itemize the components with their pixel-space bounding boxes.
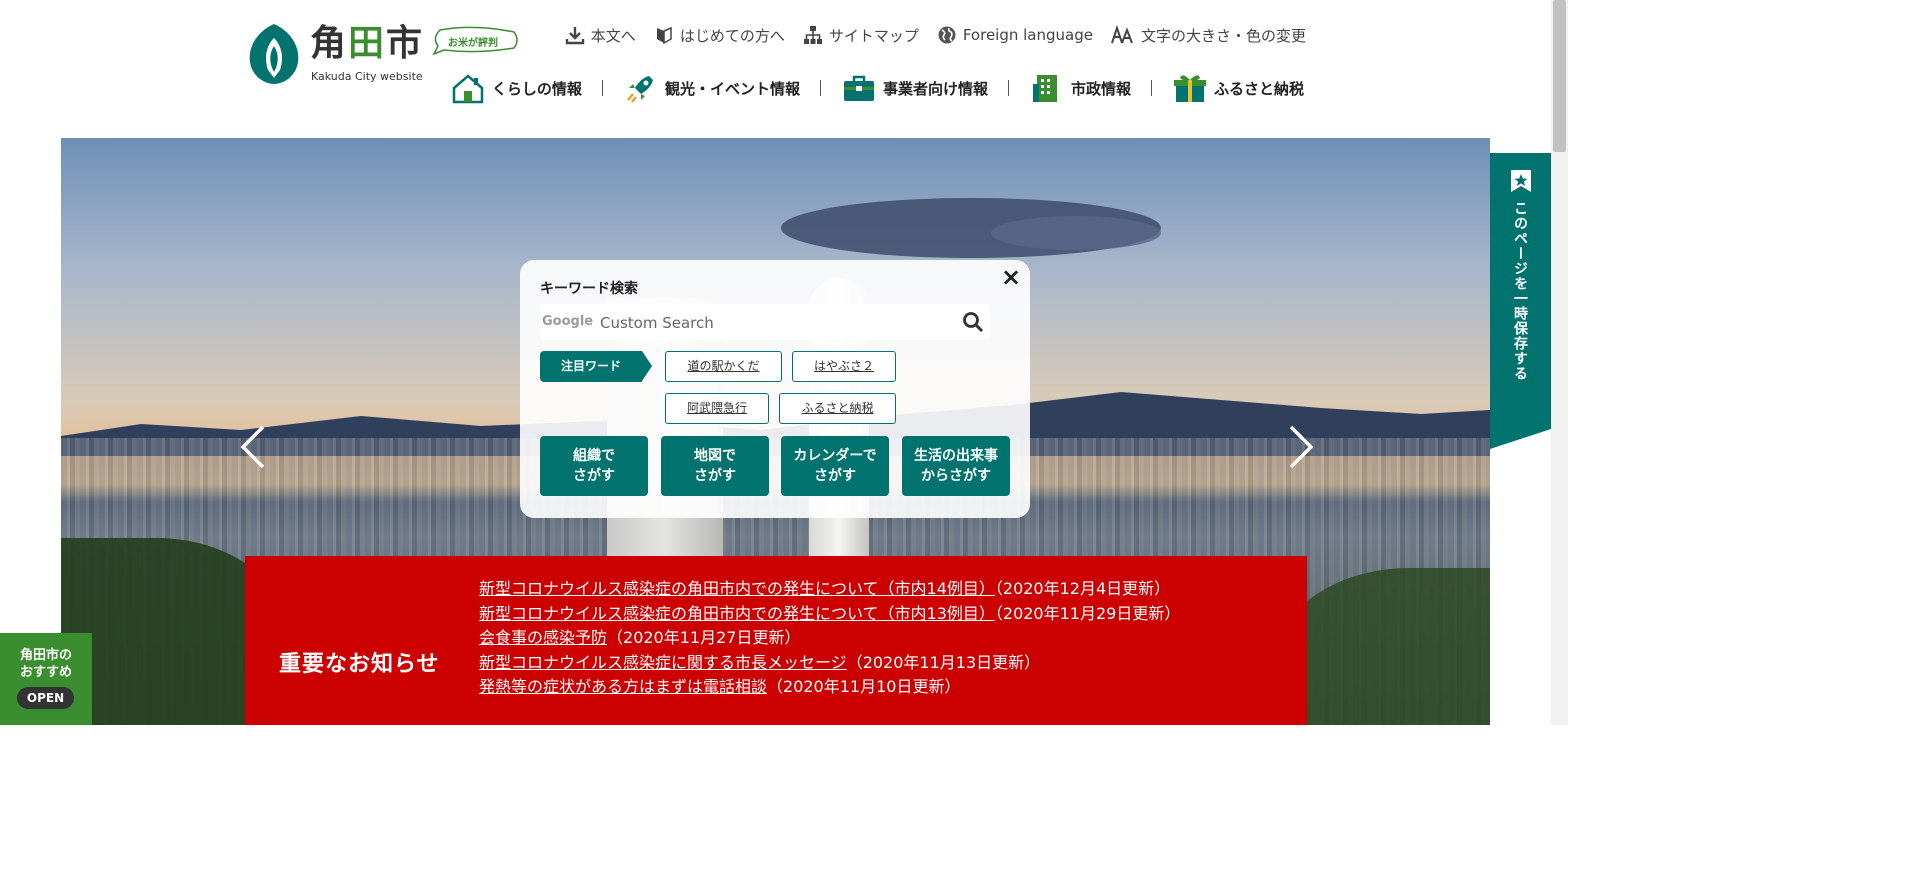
beginner-mark-icon [656, 26, 672, 45]
house-icon [452, 74, 484, 104]
nav-separator [1150, 80, 1152, 96]
gift-icon [1173, 75, 1206, 102]
building-icon [1032, 75, 1057, 102]
search-icon[interactable] [962, 311, 984, 333]
notice-link[interactable]: 新型コロナウイルス感染症に関する市長メッセージ [479, 653, 847, 672]
nav-separator [1007, 80, 1009, 96]
util-font-size-color[interactable]: 文字の大きさ・色の変更 [1111, 25, 1306, 46]
find-by-map-button[interactable]: 地図で さがす [661, 436, 769, 496]
utility-nav: 本文へ はじめての方へ サイトマップ Foreign language 文字の大… [565, 24, 1306, 46]
notice-date: （2020年11月10日更新） [767, 677, 961, 696]
scrollbar-thumb[interactable] [1553, 0, 1566, 152]
notice-list: 新型コロナウイルス感染症の角田市内での発生について（市内14例目）（2020年1… [479, 577, 1180, 700]
notice-link[interactable]: 発熱等の症状がある方はまずは電話相談 [479, 677, 767, 696]
list-item: 新型コロナウイルス感染症に関する市長メッセージ（2020年11月13日更新） [479, 651, 1180, 676]
notice-date: （2020年12月4日更新） [994, 579, 1171, 598]
gnav-city-admin[interactable]: 市政情報 [1027, 72, 1133, 104]
find-by-organization-button[interactable]: 組織で さがす [540, 436, 648, 496]
notice-link[interactable]: 新型コロナウイルス感染症の角田市内での発生について（市内14例目） [479, 579, 995, 598]
globe-icon [938, 26, 956, 44]
find-by-life-event-button[interactable]: 生活の出来事 からさがす [902, 436, 1010, 496]
logo-subtitle: Kakuda City website [311, 70, 423, 83]
notice-link[interactable]: 会食事の感染予防 [479, 628, 607, 647]
nav-separator [819, 80, 821, 96]
util-for-beginners[interactable]: はじめての方へ [654, 25, 785, 46]
nav-separator [601, 80, 603, 96]
notice-date: （2020年11月13日更新） [846, 652, 1041, 672]
notice-date: （2020年11月27日更新） [607, 628, 801, 647]
important-notice: 重要なお知らせ 新型コロナウイルス感染症の角田市内での発生について（市内14例目… [245, 556, 1307, 725]
hero-cloud [991, 216, 1161, 250]
google-logo: Google [542, 314, 594, 329]
slide-next-arrow-icon[interactable] [1283, 423, 1319, 471]
font-size-icon [1111, 25, 1133, 44]
logo-wordmark: 角田市 [310, 23, 425, 64]
recommend-open-button[interactable]: OPEN [17, 687, 74, 709]
sitemap-icon [803, 26, 822, 44]
search-close-icon[interactable]: × [1000, 265, 1022, 289]
find-by-calendar-button[interactable]: カレンダーで さがす [781, 436, 889, 496]
search-field: Google [540, 304, 990, 342]
list-item: 新型コロナウイルス感染症の角田市内での発生について（市内13例目）（2020年1… [479, 602, 1180, 627]
notice-link[interactable]: 新型コロナウイルス感染症の角田市内での発生について（市内13例目） [479, 604, 995, 623]
list-item: 会食事の感染予防（2020年11月27日更新） [479, 626, 1180, 651]
notice-date: （2020年11月29日更新） [994, 603, 1181, 623]
hot-word-furusato-tax[interactable]: ふるさと納税 [779, 393, 896, 424]
bookmark-star-icon [1511, 170, 1531, 192]
list-item: 新型コロナウイルス感染症の角田市内での発生について（市内14例目）（2020年1… [479, 577, 1180, 602]
slide-prev-arrow-icon[interactable] [235, 423, 271, 471]
briefcase-icon [843, 75, 874, 101]
gnav-living-info[interactable]: くらしの情報 [448, 72, 584, 104]
util-sitemap[interactable]: サイトマップ [803, 25, 919, 46]
util-foreign-language[interactable]: Foreign language [937, 25, 1093, 45]
save-page-tab-label: このページを一時保存する [1512, 201, 1528, 381]
download-arrow-icon [565, 27, 584, 45]
hot-word-abukuma-express[interactable]: 阿武隈急行 [665, 393, 769, 424]
rocket-icon [626, 76, 653, 103]
util-skip-to-content[interactable]: 本文へ [565, 25, 636, 46]
gnav-business-info[interactable]: 事業者向け情報 [839, 72, 990, 104]
global-nav: くらしの情報 観光・イベント情報 事業者向け情報 市政情報 ふるさと納税 [448, 70, 1306, 106]
hot-words-label: 注目ワード [540, 351, 652, 382]
gnav-tourism-events[interactable]: 観光・イベント情報 [621, 72, 802, 104]
hot-word-hayabusa2[interactable]: はやぶさ２ [792, 351, 896, 382]
search-input[interactable] [598, 304, 952, 342]
keyword-search-panel: × キーワード検索 Google 注目ワード 道の駅かくだ はやぶさ２ 阿武隈急… [520, 260, 1030, 518]
hot-word-michinoeki[interactable]: 道の駅かくだ [665, 351, 782, 382]
recommend-panel: 角田市の おすすめ OPEN [0, 633, 92, 725]
gnav-furusato-tax[interactable]: ふるさと納税 [1170, 72, 1306, 104]
page-scrollbar[interactable] [1551, 0, 1568, 725]
logo-speech-bubble: お米が評判 [428, 26, 520, 56]
city-emblem-icon [249, 24, 299, 84]
important-notice-title: 重要なお知らせ [279, 652, 440, 677]
site-header: 角田市 Kakuda City website お米が評判 本文へ はじめての方… [0, 0, 1568, 138]
save-page-tab[interactable]: このページを一時保存する [1490, 153, 1551, 449]
list-item: 発熱等の症状がある方はまずは電話相談（2020年11月10日更新） [479, 675, 1180, 700]
keyword-search-title: キーワード検索 [540, 281, 638, 297]
recommend-label: 角田市の おすすめ [19, 648, 72, 680]
